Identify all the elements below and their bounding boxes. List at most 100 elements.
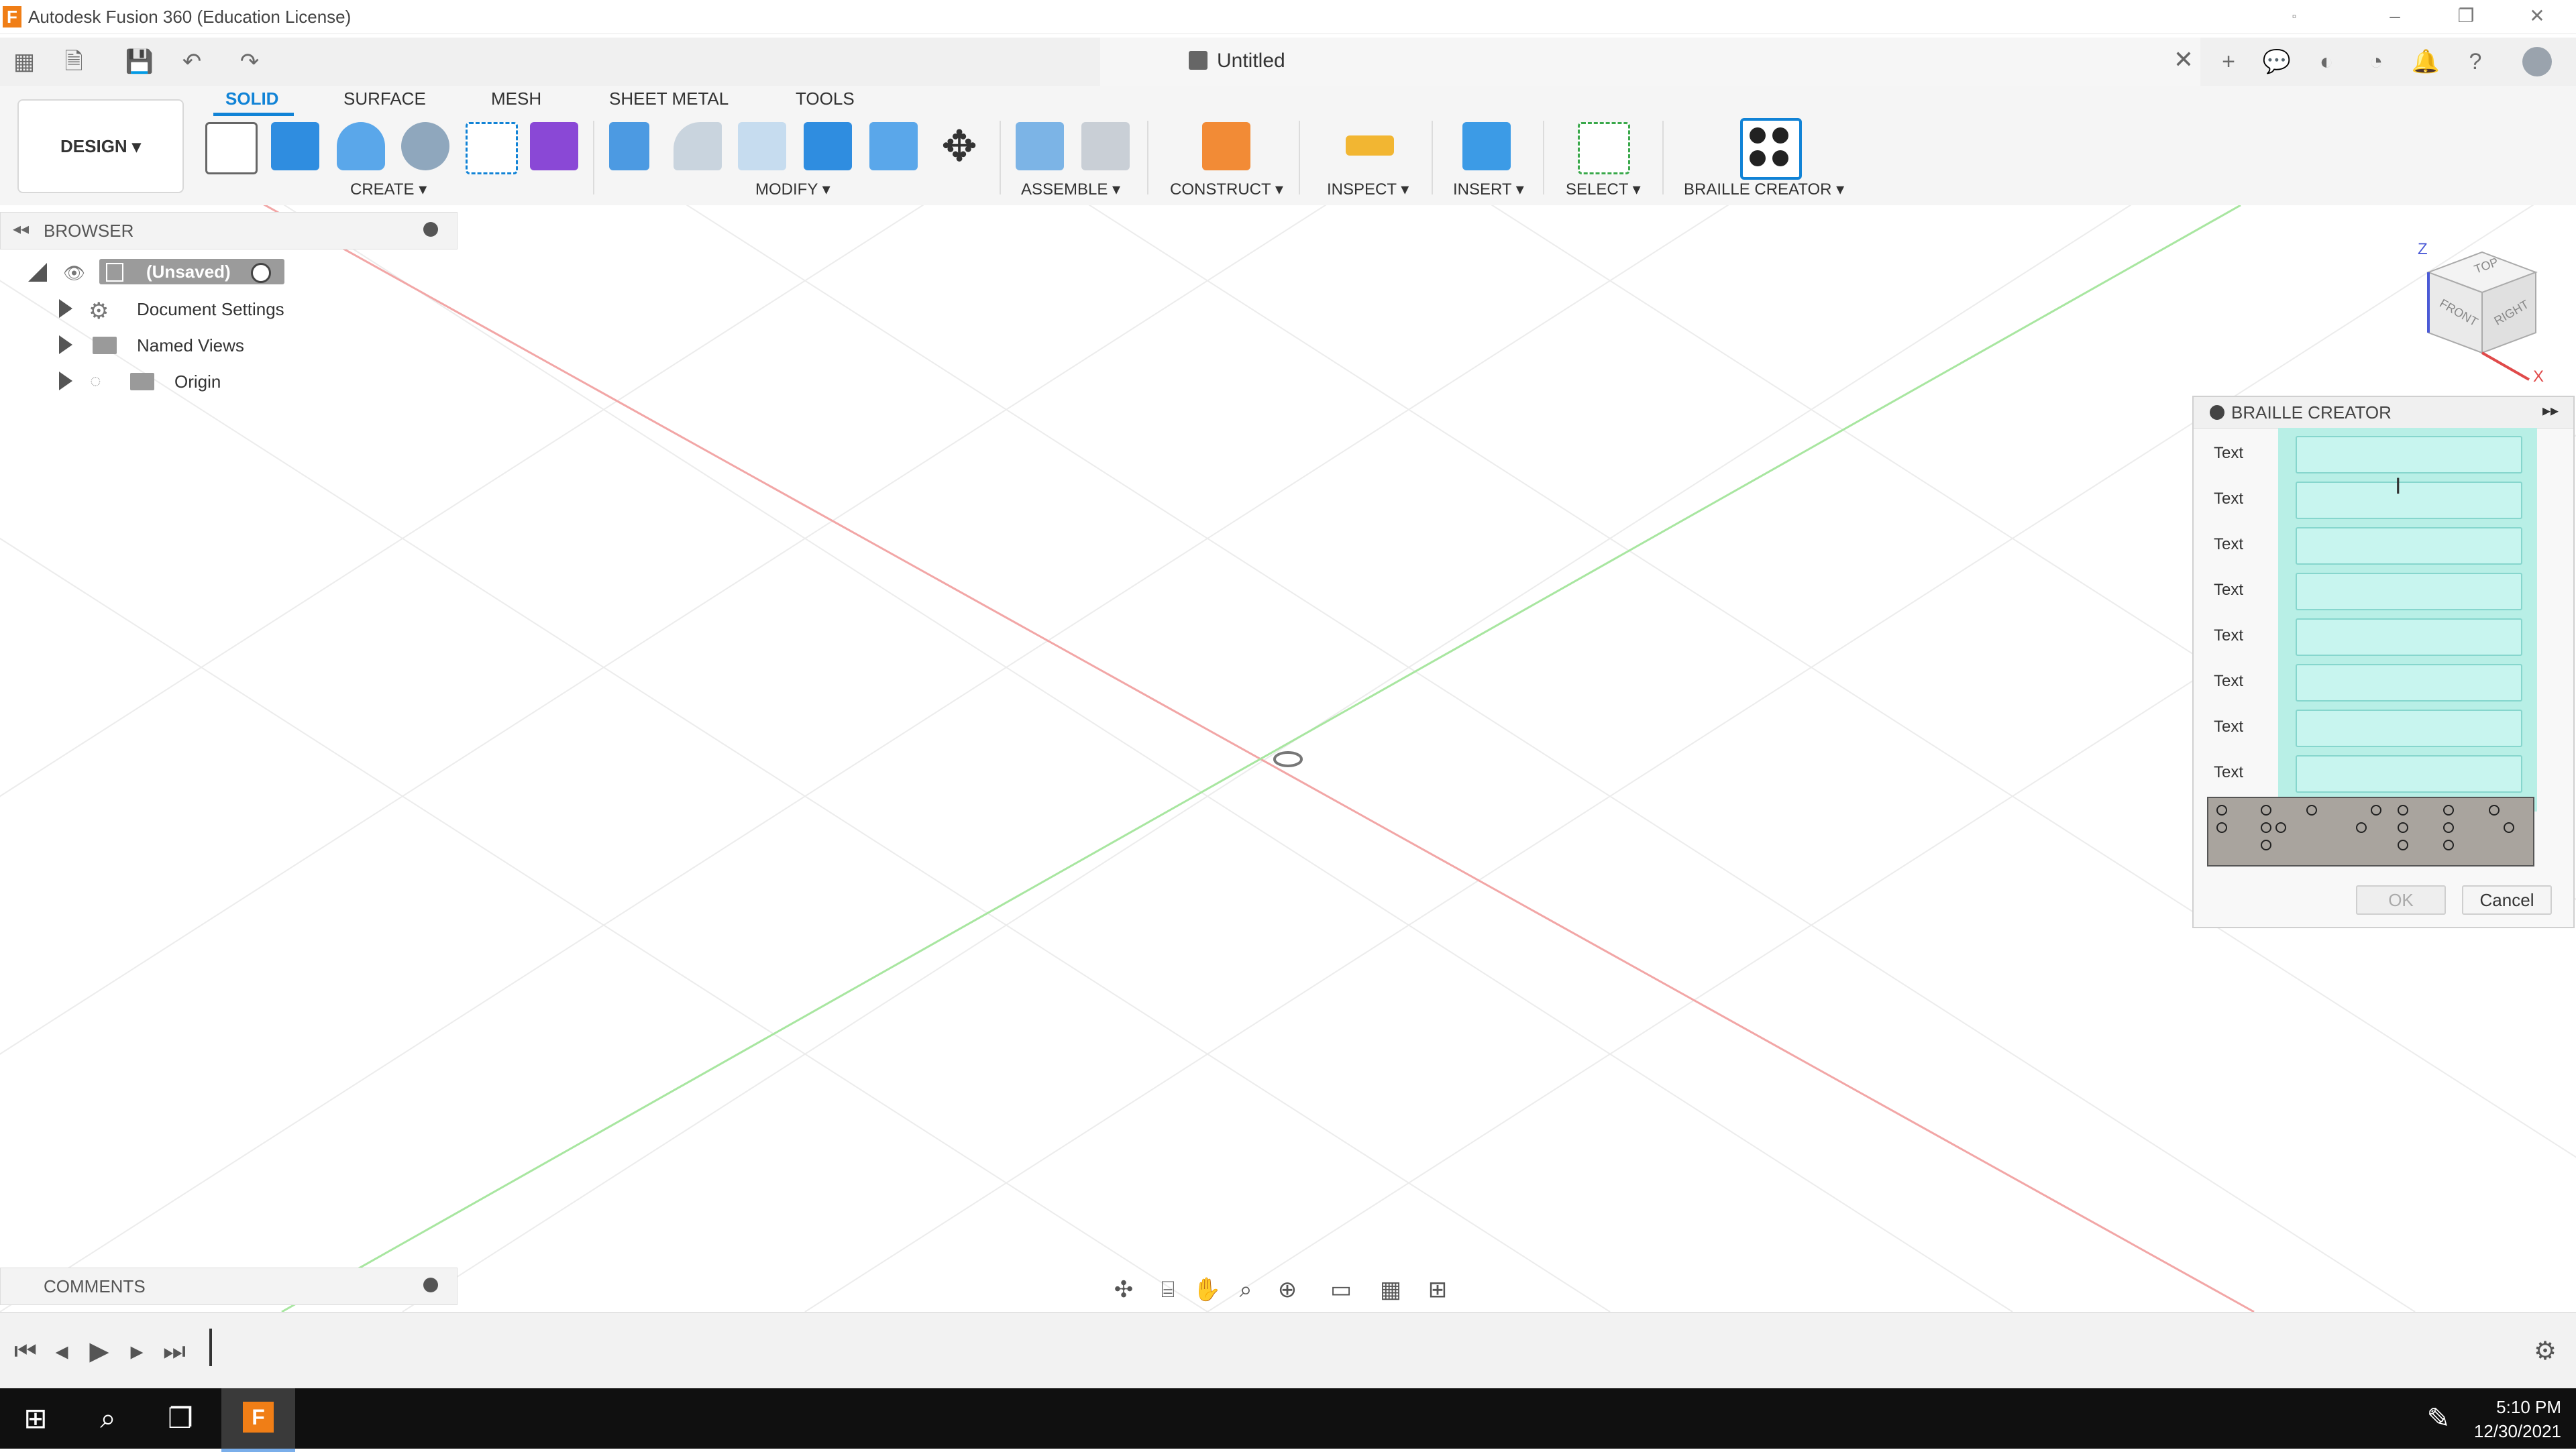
pen-icon[interactable]: ✎ xyxy=(2422,1402,2455,1435)
browser-pin-icon[interactable] xyxy=(423,222,438,237)
cancel-button[interactable]: Cancel xyxy=(2462,885,2552,915)
move-icon[interactable]: ✥ xyxy=(935,122,983,170)
expand-panel-icon[interactable]: ▸▸ xyxy=(2542,401,2559,421)
offset-plane-icon[interactable] xyxy=(1202,122,1250,170)
look-at-icon[interactable]: ⌸ xyxy=(1154,1276,1182,1304)
tab-tools[interactable]: TOOLS xyxy=(796,89,855,109)
inspect-menu[interactable]: INSPECT ▾ xyxy=(1327,180,1409,199)
extensions-icon[interactable]: ◐ xyxy=(2312,47,2341,76)
select-icon[interactable] xyxy=(1578,122,1630,174)
step-back-icon[interactable]: ◂ xyxy=(46,1337,78,1366)
hole-icon[interactable] xyxy=(401,122,449,170)
hidden-eye-icon[interactable]: ◌ xyxy=(90,370,101,392)
display-settings-icon[interactable]: ▭ xyxy=(1327,1276,1355,1304)
extrude-icon[interactable] xyxy=(271,122,319,170)
text-input-5[interactable] xyxy=(2296,618,2522,656)
activate-radio-icon[interactable] xyxy=(251,263,271,283)
braille-creator-icon[interactable] xyxy=(1740,118,1802,180)
go-to-start-icon[interactable]: ⏮ xyxy=(9,1337,42,1366)
ok-button[interactable]: OK xyxy=(2356,885,2446,915)
undo-icon[interactable]: ↶ xyxy=(177,47,207,76)
play-icon[interactable]: ▶ xyxy=(83,1337,115,1366)
fillet-icon[interactable] xyxy=(674,122,722,170)
user-avatar[interactable] xyxy=(2522,47,2552,76)
tab-solid[interactable]: SOLID xyxy=(225,89,278,109)
shell-icon[interactable] xyxy=(738,122,786,170)
tree-item-document-settings[interactable]: ⚙ Document Settings xyxy=(0,292,335,326)
canvas-viewport[interactable]: TOP FRONT RIGHT Z X xyxy=(0,205,2576,1312)
text-input-6[interactable] xyxy=(2296,664,2522,702)
timeline-settings-gear-icon[interactable]: ⚙ xyxy=(2529,1337,2561,1366)
expand-triangle-icon[interactable] xyxy=(59,299,72,318)
create-sketch-icon[interactable] xyxy=(205,122,258,174)
split-body-icon[interactable] xyxy=(869,122,918,170)
measure-icon[interactable] xyxy=(1346,135,1394,156)
create-form-icon[interactable] xyxy=(530,122,578,170)
data-panel-grid-icon[interactable]: ▦ xyxy=(9,47,39,76)
press-pull-icon[interactable] xyxy=(609,122,649,170)
close-window-button[interactable]: ✕ xyxy=(2517,4,2557,28)
pattern-icon[interactable] xyxy=(466,122,518,174)
visibility-eye-icon[interactable]: 👁 xyxy=(63,263,85,284)
tab-mesh[interactable]: MESH xyxy=(491,89,541,109)
text-input-2[interactable] xyxy=(2296,482,2522,519)
fit-icon[interactable]: ⊕ xyxy=(1273,1276,1301,1304)
braille-creator-menu[interactable]: BRAILLE CREATOR ▾ xyxy=(1684,180,1844,199)
construct-menu[interactable]: CONSTRUCT ▾ xyxy=(1170,180,1283,199)
chat-icon[interactable]: 💬 xyxy=(2262,47,2292,76)
assemble-menu[interactable]: ASSEMBLE ▾ xyxy=(1021,180,1120,199)
redo-icon[interactable]: ↷ xyxy=(235,47,264,76)
restore-small-icon[interactable]: ▫ xyxy=(2274,4,2314,28)
job-status-icon[interactable]: ◔ xyxy=(2361,47,2391,76)
save-icon[interactable]: 💾 xyxy=(125,47,154,76)
create-menu[interactable]: CREATE ▾ xyxy=(350,180,427,199)
pan-hand-icon[interactable]: ✋ xyxy=(1193,1276,1221,1304)
help-icon[interactable]: ? xyxy=(2461,47,2490,76)
tab-surface[interactable]: SURFACE xyxy=(343,89,426,109)
viewcube[interactable]: TOP FRONT RIGHT Z X xyxy=(2415,239,2549,386)
tree-item-named-views[interactable]: Named Views xyxy=(0,329,335,362)
add-comment-icon[interactable] xyxy=(423,1278,438,1292)
document-tab[interactable]: Untitled ✕ xyxy=(1100,38,2200,86)
task-view-icon[interactable]: ❐ xyxy=(164,1402,197,1435)
collapse-browser-icon[interactable]: ◂◂ xyxy=(13,219,29,239)
text-input-7[interactable] xyxy=(2296,710,2522,747)
modify-menu[interactable]: MODIFY ▾ xyxy=(755,180,830,199)
text-input-4[interactable] xyxy=(2296,573,2522,610)
text-input-8[interactable] xyxy=(2296,755,2522,793)
windows-start-icon[interactable]: ⊞ xyxy=(19,1402,52,1435)
tree-item-origin[interactable]: ◌ Origin xyxy=(0,365,335,398)
fusion-taskbar-button[interactable]: F xyxy=(221,1388,295,1452)
go-to-end-icon[interactable]: ⏭ xyxy=(158,1337,191,1366)
timeline-marker[interactable] xyxy=(209,1329,212,1366)
maximize-button[interactable]: ❐ xyxy=(2446,4,2486,28)
expand-triangle-icon[interactable] xyxy=(59,335,72,354)
select-menu[interactable]: SELECT ▾ xyxy=(1566,180,1641,199)
insert-image-icon[interactable] xyxy=(1462,122,1511,170)
step-forward-icon[interactable]: ▸ xyxy=(121,1337,153,1366)
tab-sheet-metal[interactable]: SHEET METAL xyxy=(609,89,729,109)
close-tab-icon[interactable]: ✕ xyxy=(2174,46,2194,74)
revolve-icon[interactable] xyxy=(337,122,385,170)
viewports-icon[interactable]: ⊞ xyxy=(1424,1276,1452,1304)
tree-item-root[interactable]: 👁 (Unsaved) xyxy=(0,255,335,288)
orbit-icon[interactable]: ✣ xyxy=(1110,1276,1138,1304)
clock[interactable]: 5:10 PM 12/30/2021 xyxy=(2474,1395,2561,1443)
workspace-design-button[interactable]: DESIGN ▾ xyxy=(17,99,184,193)
text-input-1[interactable] xyxy=(2296,436,2522,473)
expand-triangle-icon[interactable] xyxy=(59,372,72,390)
new-component-icon[interactable] xyxy=(1016,122,1064,170)
combine-icon[interactable] xyxy=(804,122,852,170)
expanded-triangle-icon[interactable] xyxy=(28,263,47,282)
zoom-icon[interactable]: ⌕ xyxy=(1232,1276,1260,1304)
dialog-collapse-icon[interactable] xyxy=(2210,405,2224,420)
text-input-3[interactable] xyxy=(2296,527,2522,565)
insert-menu[interactable]: INSERT ▾ xyxy=(1453,180,1524,199)
search-icon[interactable]: ⌕ xyxy=(91,1402,125,1435)
joint-icon[interactable] xyxy=(1081,122,1130,170)
minimize-button[interactable]: – xyxy=(2375,4,2415,28)
notifications-icon[interactable]: 🔔 xyxy=(2411,47,2440,76)
grid-settings-icon[interactable]: ▦ xyxy=(1377,1276,1405,1304)
file-menu-icon[interactable]: 🗎 xyxy=(59,47,89,76)
new-tab-plus-icon[interactable]: + xyxy=(2214,47,2243,76)
